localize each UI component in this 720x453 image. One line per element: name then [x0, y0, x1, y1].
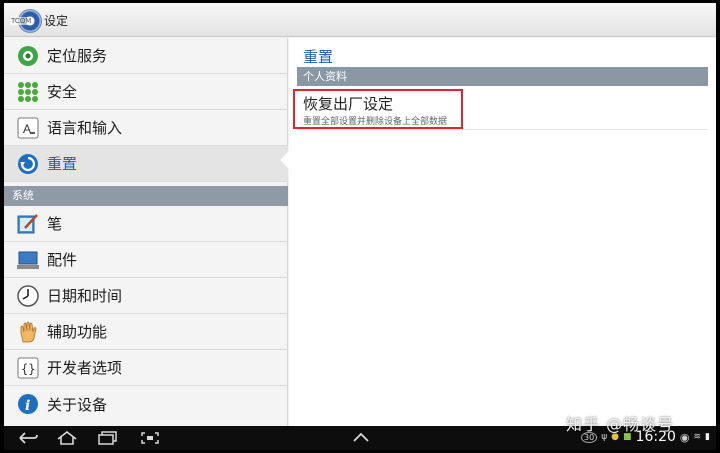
detail-title: 重置 [303, 48, 334, 66]
sidebar-item-label: 配件 [47, 251, 78, 269]
back-icon[interactable] [18, 431, 38, 449]
security-grid-icon [17, 81, 39, 103]
sidebar-item-datetime[interactable]: 日期和时间 [4, 278, 288, 314]
sidebar-item-security[interactable]: 安全 [4, 74, 288, 110]
language-keyboard-icon: A [17, 117, 39, 139]
sidebar-item-label: 重置 [47, 155, 78, 173]
highlight-box [293, 89, 463, 129]
wifi-icon: ≋ [693, 432, 702, 442]
sidebar-item-label: 笔 [47, 215, 63, 233]
home-icon[interactable] [56, 430, 78, 449]
settings-window: TCOM 设定 定位服务 安全 A 语言和输入 重置 系统 笔 配件 日期和时间… [4, 3, 716, 450]
svg-text:A: A [23, 122, 31, 136]
page-title: 设定 [44, 14, 69, 28]
battery-icon: ▮ [705, 432, 710, 442]
sidebar-item-accessibility[interactable]: 辅助功能 [4, 314, 288, 350]
sidebar-item-developer[interactable]: {} 开发者选项 [4, 350, 288, 386]
sidebar-item-label: 辅助功能 [47, 323, 108, 341]
hand-icon [17, 321, 39, 343]
screenshot-icon[interactable] [140, 431, 160, 449]
eye-icon: ◉ [679, 430, 690, 444]
sidebar-item-label: 语言和输入 [47, 119, 123, 137]
location-icon [17, 45, 39, 67]
action-bar: TCOM 设定 [4, 3, 716, 37]
svg-text:{}: {} [21, 362, 35, 376]
chevron-up-icon[interactable] [352, 431, 370, 449]
brand-tag: TCOM [10, 17, 33, 25]
settings-list: 定位服务 安全 A 语言和输入 重置 系统 笔 配件 日期和时间 辅助功能 {}… [4, 38, 290, 426]
section-header-personal: 个人资料 [297, 67, 708, 86]
sidebar-item-label: 日期和时间 [47, 287, 123, 305]
accessory-icon [17, 249, 39, 271]
sidebar-item-pen[interactable]: 笔 [4, 206, 288, 242]
sidebar-item-label: 开发者选项 [47, 359, 123, 377]
pen-icon [17, 213, 39, 235]
braces-icon: {} [17, 357, 39, 379]
sidebar-item-label: 定位服务 [47, 47, 108, 65]
sidebar-item-label: 关于设备 [47, 395, 108, 414]
clock-icon [17, 284, 39, 307]
sidebar-item-about[interactable]: i 关于设备 [4, 386, 288, 422]
recent-apps-icon[interactable] [98, 431, 118, 449]
sidebar-item-language[interactable]: A 语言和输入 [4, 110, 288, 146]
svg-text:i: i [25, 398, 30, 414]
reset-icon [17, 153, 39, 175]
settings-app-icon[interactable]: TCOM [8, 6, 42, 34]
sidebar-item-accessory[interactable]: 配件 [4, 242, 288, 278]
sidebar-item-location[interactable]: 定位服务 [4, 38, 288, 74]
info-icon: i [17, 393, 39, 415]
section-header-system: 系统 [4, 186, 288, 206]
sidebar-item-label: 安全 [47, 83, 78, 101]
sidebar-item-reset[interactable]: 重置 [4, 146, 288, 182]
watermark: 知乎 @畅谈号 [566, 415, 675, 434]
